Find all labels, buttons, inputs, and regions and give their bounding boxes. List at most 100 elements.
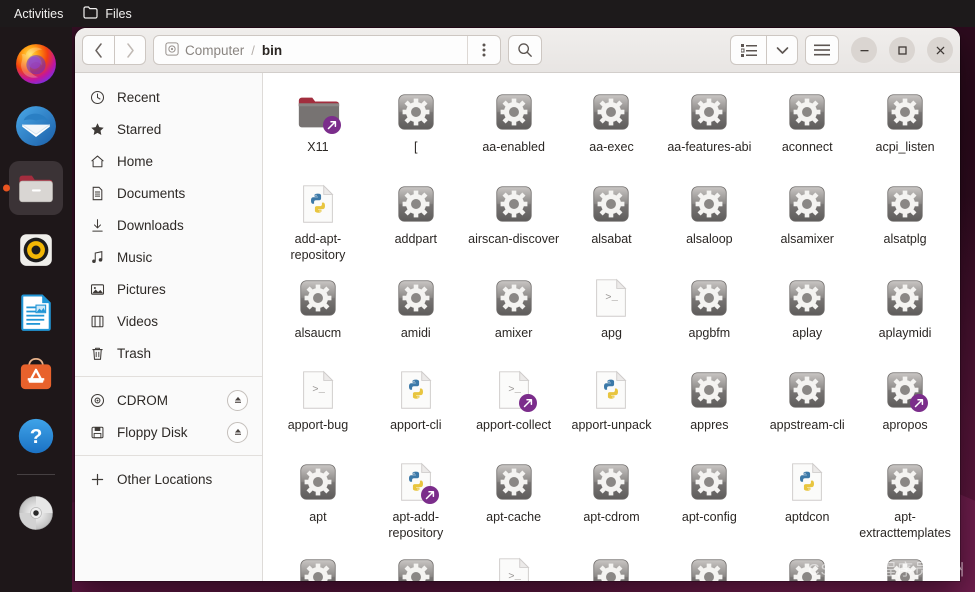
close-button[interactable] — [927, 37, 953, 63]
file-item[interactable]: >_ apport-bug — [269, 363, 367, 449]
file-name: add-apt-repository — [290, 232, 346, 262]
file-item[interactable]: apropos — [856, 363, 954, 449]
python-file-icon — [596, 370, 628, 409]
file-name: [ — [414, 140, 418, 154]
dock-item-firefox[interactable] — [9, 37, 63, 91]
dock-item-cdrom[interactable] — [9, 486, 63, 540]
sidebar-item-cdrom[interactable]: CDROM — [75, 384, 262, 416]
file-item[interactable]: appres — [660, 363, 758, 449]
file-item[interactable]: apt-add-repository — [367, 455, 465, 543]
file-item[interactable]: [ — [367, 85, 465, 171]
dock-item-thunderbird[interactable] — [9, 99, 63, 153]
file-icon — [686, 89, 732, 135]
file-item[interactable]: apt-cdrom — [563, 455, 661, 543]
forward-button[interactable] — [114, 35, 146, 65]
file-item[interactable]: alsatplg — [856, 177, 954, 265]
file-item[interactable]: alsaloop — [660, 177, 758, 265]
file-item[interactable]: acpi_listen — [856, 85, 954, 171]
eject-button-floppy[interactable] — [227, 421, 248, 443]
main-menu-button[interactable] — [805, 35, 839, 65]
file-item[interactable]: aconnect — [758, 85, 856, 171]
sidebar-item-music[interactable]: Music — [75, 241, 262, 273]
sidebar-item-trash[interactable]: Trash — [75, 337, 262, 369]
file-item[interactable] — [269, 550, 367, 581]
breadcrumb-item-bin[interactable]: bin — [262, 43, 282, 58]
file-item[interactable]: airscan-discover — [465, 177, 563, 265]
back-button[interactable] — [82, 35, 114, 65]
path-menu-button[interactable] — [467, 36, 500, 64]
minimize-button[interactable] — [851, 37, 877, 63]
sidebar-item-floppy-disk[interactable]: Floppy Disk — [75, 416, 262, 448]
file-item[interactable]: apport-unpack — [563, 363, 661, 449]
file-item[interactable]: amixer — [465, 271, 563, 357]
file-item[interactable]: apt-extracttemplates — [856, 455, 954, 543]
activities-button[interactable]: Activities — [0, 0, 73, 27]
file-item[interactable]: apport-cli — [367, 363, 465, 449]
dock-item-files[interactable] — [9, 161, 63, 215]
sidebar-item-videos[interactable]: Videos — [75, 305, 262, 337]
file-item[interactable]: >_ apport-collect — [465, 363, 563, 449]
plus-icon — [89, 471, 106, 488]
sidebar-item-pictures[interactable]: Pictures — [75, 273, 262, 305]
file-item[interactable]: apt-cache — [465, 455, 563, 543]
file-item[interactable]: alsaucm — [269, 271, 367, 357]
file-item[interactable]: >_ — [465, 550, 563, 581]
breadcrumb-separator: / — [251, 42, 255, 58]
binary-executable-icon — [789, 558, 825, 581]
file-item[interactable]: amidi — [367, 271, 465, 357]
sidebar-item-other-locations[interactable]: Other Locations — [75, 463, 262, 495]
eject-button-cdrom[interactable] — [227, 389, 248, 411]
document-icon — [89, 185, 106, 202]
file-item[interactable] — [367, 550, 465, 581]
file-icon — [295, 459, 341, 505]
file-item[interactable]: aa-enabled — [465, 85, 563, 171]
file-item[interactable]: alsamixer — [758, 177, 856, 265]
file-item[interactable] — [758, 550, 856, 581]
file-item[interactable]: add-apt-repository — [269, 177, 367, 265]
file-item[interactable]: apt — [269, 455, 367, 543]
file-item[interactable]: alsabat — [563, 177, 661, 265]
binary-executable-icon — [887, 94, 923, 130]
script-file-icon: >_ — [596, 278, 628, 317]
file-item[interactable]: apt-config — [660, 455, 758, 543]
view-list-button[interactable] — [730, 35, 766, 65]
file-item[interactable]: aa-exec — [563, 85, 661, 171]
file-item[interactable]: aplaymidi — [856, 271, 954, 357]
sidebar-item-starred[interactable]: Starred — [75, 113, 262, 145]
sidebar-label: CDROM — [117, 392, 168, 408]
app-menu-files[interactable]: Files — [73, 0, 141, 27]
file-item[interactable] — [563, 550, 661, 581]
file-item[interactable]: apgbfm — [660, 271, 758, 357]
file-item[interactable]: appstream-cli — [758, 363, 856, 449]
file-name: apt-config — [681, 510, 737, 525]
file-item[interactable]: addpart — [367, 177, 465, 265]
dock-item-ubuntu-software[interactable] — [9, 347, 63, 401]
search-button[interactable] — [508, 35, 543, 65]
file-icon — [784, 459, 830, 505]
file-icon — [491, 459, 537, 505]
sidebar-item-downloads[interactable]: Downloads — [75, 209, 262, 241]
file-item[interactable]: X11 — [269, 85, 367, 171]
file-icon — [784, 554, 830, 581]
sidebar-item-recent[interactable]: Recent — [75, 81, 262, 113]
dock-item-libreoffice-writer[interactable] — [9, 285, 63, 339]
file-name: appstream-cli — [769, 418, 845, 433]
view-dropdown-button[interactable] — [766, 35, 798, 65]
binary-executable-icon — [887, 280, 923, 316]
breadcrumb-item-computer[interactable]: Computer — [165, 41, 244, 59]
maximize-button[interactable] — [889, 37, 915, 63]
file-item[interactable] — [856, 550, 954, 581]
dock-item-help[interactable]: ? — [9, 409, 63, 463]
file-item[interactable]: aplay — [758, 271, 856, 357]
dock-item-rhythmbox[interactable] — [9, 223, 63, 277]
sidebar-item-home[interactable]: Home — [75, 145, 262, 177]
sidebar-item-documents[interactable]: Documents — [75, 177, 262, 209]
symlink-badge-icon — [420, 486, 439, 505]
file-list-view[interactable]: X11 [aa-enabled aa-exec aa-features-abi… — [263, 73, 960, 581]
file-item[interactable] — [660, 550, 758, 581]
file-item[interactable]: >_ apg — [563, 271, 661, 357]
sidebar-divider — [75, 455, 262, 456]
file-item[interactable]: aptdcon — [758, 455, 856, 543]
binary-executable-icon — [593, 464, 630, 500]
file-item[interactable]: aa-features-abi — [660, 85, 758, 171]
